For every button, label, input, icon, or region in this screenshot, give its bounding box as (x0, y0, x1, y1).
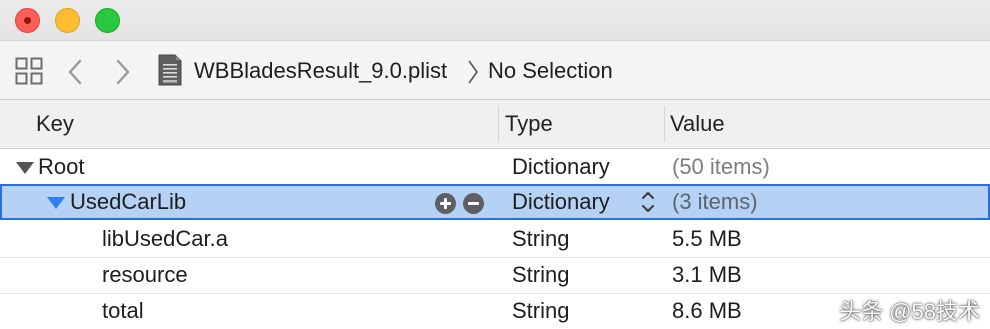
jump-bar-selection[interactable]: No Selection (488, 57, 613, 85)
disclosure-triangle-expanded-icon[interactable] (47, 196, 65, 210)
row-type[interactable]: Dictionary (512, 184, 610, 220)
row-key: resource (102, 262, 188, 287)
row-type: String (512, 298, 570, 323)
chevron-left-icon[interactable] (66, 59, 86, 85)
column-header: Key Type Value (0, 100, 990, 149)
minimize-window-button[interactable] (55, 8, 80, 33)
table-row-root[interactable]: Root Dictionary (50 items) (0, 149, 990, 185)
up-down-chevron-icon[interactable] (640, 189, 656, 215)
column-header-key[interactable]: Key (36, 100, 74, 148)
column-header-type[interactable]: Type (505, 100, 553, 148)
row-value: 5.5 MB (672, 226, 742, 251)
minus-circle-icon[interactable] (463, 193, 484, 214)
column-header-value[interactable]: Value (670, 100, 725, 148)
row-key: UsedCarLib (70, 189, 187, 214)
table-row[interactable]: libUsedCar.a String 5.5 MB (0, 221, 990, 257)
plus-circle-icon[interactable] (435, 193, 456, 214)
related-items-grid-icon[interactable] (15, 57, 43, 85)
close-window-button[interactable] (15, 8, 40, 33)
row-type: String (512, 262, 570, 287)
row-value: (3 items) (672, 189, 758, 214)
breadcrumb-separator-icon (468, 60, 478, 84)
row-type: String (512, 226, 570, 251)
disclosure-triangle-expanded-icon[interactable] (16, 161, 34, 175)
row-type: Dictionary (512, 154, 610, 179)
row-value: 8.6 MB (672, 298, 742, 323)
row-key: total (102, 298, 144, 323)
window-titlebar (0, 0, 990, 40)
row-key: libUsedCar.a (102, 226, 228, 251)
table-row[interactable]: resource String 3.1 MB (0, 257, 990, 293)
column-divider[interactable] (664, 106, 665, 142)
chevron-right-icon[interactable] (112, 59, 132, 85)
column-divider[interactable] (498, 106, 499, 142)
watermark-text: 头条 @58技术 (839, 299, 980, 324)
plist-file-icon (158, 54, 182, 86)
table-row-usedcarlib[interactable]: UsedCarLib Dictionary (3 items) (0, 184, 990, 220)
zoom-window-button[interactable] (95, 8, 120, 33)
row-key: Root (38, 154, 85, 179)
jump-bar: WBBladesResult_9.0.plist No Selection (0, 40, 990, 100)
row-value: (50 items) (672, 154, 770, 179)
row-value: 3.1 MB (672, 262, 742, 287)
jump-bar-file-name[interactable]: WBBladesResult_9.0.plist (194, 57, 447, 85)
